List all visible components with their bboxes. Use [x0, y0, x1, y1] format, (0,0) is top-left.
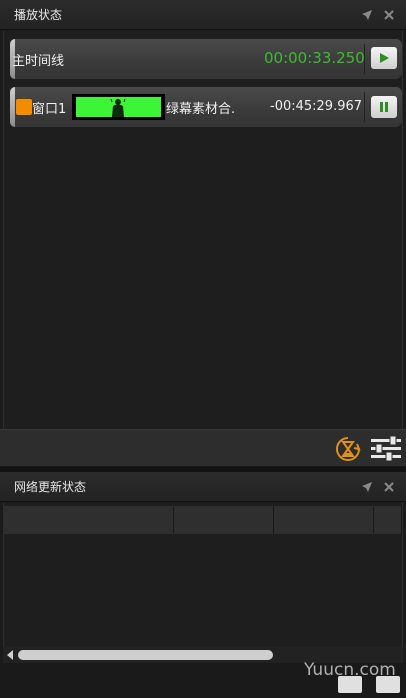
main-timeline-label: 主时间线	[12, 54, 65, 69]
play-icon	[378, 49, 390, 68]
pin-icon[interactable]	[356, 480, 378, 494]
panel-title: 网络更新状态	[14, 480, 87, 494]
playback-status-header: 播放状态	[0, 0, 406, 30]
table-header	[4, 506, 402, 534]
column-header[interactable]	[174, 506, 274, 534]
scroll-thumb[interactable]	[18, 650, 273, 660]
divider	[364, 92, 365, 122]
window-timecode: -00:45:29.967	[270, 99, 363, 114]
play-button[interactable]	[371, 47, 397, 69]
hourglass-refresh-icon[interactable]	[333, 435, 363, 467]
column-header[interactable]	[274, 506, 374, 534]
transfer-icon[interactable]	[338, 676, 362, 693]
divider	[364, 44, 365, 74]
clip-thumbnail	[72, 94, 165, 120]
panel-title: 播放状态	[14, 8, 63, 22]
main-timeline-timecode: 00:00:33.250	[264, 49, 365, 67]
network-update-header: 网络更新状态	[0, 472, 406, 502]
mixer-sliders-icon[interactable]	[370, 435, 402, 467]
pause-button[interactable]	[371, 96, 397, 118]
layout-icon[interactable]	[376, 676, 400, 693]
close-icon[interactable]	[378, 480, 400, 494]
window-label: 窗口1	[32, 102, 67, 117]
playback-toolbar	[0, 429, 406, 467]
network-update-table	[3, 503, 403, 663]
main-timeline-row[interactable]: 主时间线 00:00:33.250	[10, 39, 402, 79]
window-track-row[interactable]: 窗口1 绿幕素材合. -00:45:29.967	[10, 87, 402, 127]
pause-icon	[378, 98, 390, 117]
clip-name: 绿幕素材合.	[166, 102, 236, 117]
column-header[interactable]	[4, 506, 174, 534]
row-handle[interactable]	[10, 87, 15, 127]
column-header[interactable]	[374, 506, 402, 534]
close-icon[interactable]	[378, 8, 400, 22]
playback-status-list: 主时间线 00:00:33.250 窗口1 绿幕素材合. -00:45:29.9…	[3, 31, 403, 429]
pin-icon[interactable]	[356, 8, 378, 22]
window-color-swatch	[16, 99, 32, 115]
scroll-left-arrow-icon[interactable]	[7, 650, 13, 660]
